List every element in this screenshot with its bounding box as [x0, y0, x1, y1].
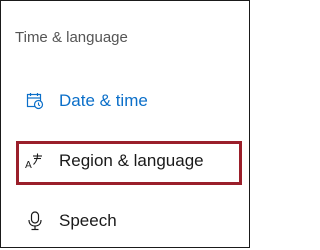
- nav-item-speech[interactable]: Speech: [1, 199, 251, 243]
- settings-nav-panel: Time & language Date & time A Region & l…: [0, 0, 250, 248]
- nav-item-label: Date & time: [59, 91, 148, 110]
- section-title: Time & language: [15, 29, 128, 46]
- calendar-clock-icon: [25, 91, 45, 111]
- microphone-icon: [25, 211, 45, 231]
- highlight-box: [16, 141, 242, 185]
- nav-item-date-time[interactable]: Date & time: [1, 79, 251, 123]
- nav-item-label: Speech: [59, 211, 117, 230]
